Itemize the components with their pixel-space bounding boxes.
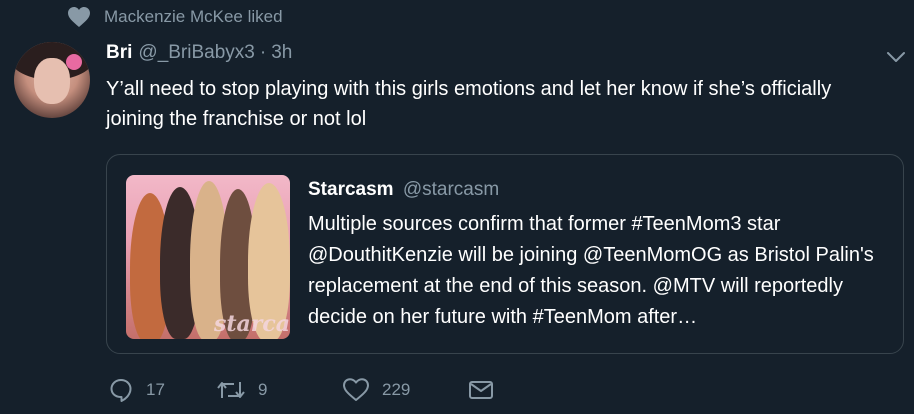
chevron-down-icon[interactable] [886,50,906,64]
retweet-button[interactable]: 9 [216,378,342,402]
quoted-tweet-card[interactable]: starcasm Starcasm @starcasm Multiple sou… [106,154,904,354]
reply-count: 17 [146,380,165,399]
like-count: 229 [382,380,411,399]
quoted-author-name: Starcasm [308,179,394,200]
quoted-tweet-thumbnail: starcasm [126,175,290,339]
quoted-author-handle: @starcasm [402,179,500,200]
retweet-count: 9 [258,380,268,399]
thumbnail-watermark: starcasm [214,311,290,337]
tweet-timestamp[interactable]: 3h [271,42,292,64]
heart-icon [68,7,90,27]
quoted-tweet-header: Starcasm @starcasm [308,179,499,201]
like-button[interactable]: 229 [342,377,468,403]
author-handle[interactable]: @_BriBabyx3 [138,42,254,64]
message-icon [469,381,493,399]
avatar[interactable] [14,42,90,118]
separator-dot: · [259,42,267,63]
reply-icon [110,379,132,402]
tweet-actions: 17 9 229 [108,376,494,404]
reply-button[interactable]: 17 [108,377,216,403]
avatar-face [34,58,70,104]
social-context-text: Mackenzie McKee liked [104,7,283,26]
author-name[interactable]: Bri [106,42,132,64]
tweet-header: Bri @_BriBabyx3 · 3h [106,42,292,64]
social-context[interactable]: Mackenzie McKee liked [66,6,283,28]
retweet-icon [217,382,245,398]
direct-message-button[interactable] [468,379,494,401]
like-icon [343,378,369,401]
avatar-flower [66,54,82,70]
quoted-tweet-text: Multiple sources confirm that former #Te… [308,213,874,328]
tweet-text: Y’all need to stop playing with this gir… [106,78,832,130]
